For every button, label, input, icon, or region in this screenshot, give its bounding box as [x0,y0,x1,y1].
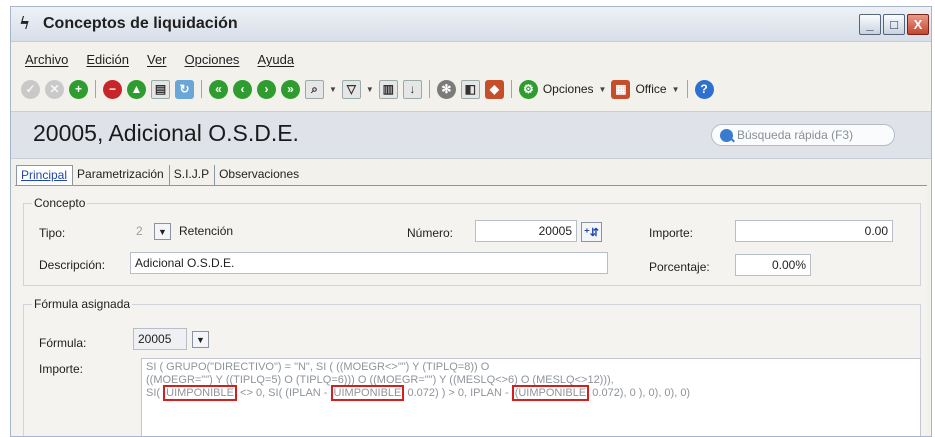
highlight-uimponible-3: (UIMPONIBLE [511,385,590,401]
menu-edicion[interactable]: Edición [86,52,129,67]
menu-ver[interactable]: Ver [147,52,167,67]
add-icon[interactable]: + [69,79,88,99]
confirm-icon[interactable]: ✓ [21,79,40,99]
tab-observaciones[interactable]: Observaciones [215,165,304,185]
number-assign-button[interactable]: ⁺⇵ [581,222,602,242]
porcentaje-label: Porcentaje: [649,260,710,274]
formula-field[interactable]: 20005 [133,328,187,350]
chevron-down-icon[interactable]: ▼ [329,85,337,94]
next-record-icon[interactable]: › [257,79,276,99]
maximize-button[interactable]: □ [883,14,905,35]
tab-sijp[interactable]: S.I.J.P [170,165,216,185]
importe-field[interactable]: 0.00 [735,220,893,242]
tipo-dropdown[interactable]: ▼ [154,223,171,240]
formula-importe-label: Importe: [39,362,84,376]
tab-parametrizacion[interactable]: Parametrización [73,165,170,185]
toolbar-separator [428,80,430,98]
first-record-icon[interactable]: « [209,79,228,99]
menu-opciones[interactable]: Opciones [185,52,240,67]
opciones-button[interactable]: Opciones [543,82,594,96]
formula-text: SI( [146,387,161,399]
descripcion-label: Descripción: [39,258,106,272]
tipo-text: Retención [179,224,234,238]
minimize-button[interactable]: _ [859,14,881,35]
office-icon[interactable]: ▦ [611,79,631,99]
window-title: Conceptos de liquidación [43,15,238,32]
save-icon[interactable]: ▤ [151,79,170,99]
last-record-icon[interactable]: » [281,79,300,99]
page-title: 20005, Adicional O.S.D.E. [33,120,299,146]
filter-icon[interactable]: ▽ [341,79,361,99]
cancel-icon[interactable]: ✕ [45,79,64,99]
toolbar-separator [95,80,96,98]
close-button[interactable]: X [907,14,929,35]
formula-line-3: SI( UIMPONIBLE <> 0, SI( (IPLAN - UIMPON… [146,385,916,401]
conceptos-window: ϟ Conceptos de liquidación _ □ X Archivo… [10,6,932,437]
toolbar-separator [510,80,512,98]
formula-line-1: SI ( GRUPO("DIRECTIVO") = "N", SI ( ((MO… [146,361,490,373]
help-icon[interactable]: ? [694,79,714,99]
up-icon[interactable]: ▲ [127,79,146,99]
toolbar-separator [686,80,688,98]
toolbar: ✓ ✕ + − ▲ ▤ ↻ « ‹ › » ⌕ ▼ ▽ ▼ ▥ ↓ ✻ ◧ ◆ … [21,77,714,101]
title-bar: ϟ Conceptos de liquidación _ □ X [11,7,931,42]
formula-importe-textarea[interactable]: SI ( GRUPO("DIRECTIVO") = "N", SI ( ((MO… [141,358,921,436]
formula-dropdown[interactable]: ▼ [192,331,209,348]
menu-archivo[interactable]: Archivo [25,52,68,67]
menu-ayuda[interactable]: Ayuda [257,52,294,67]
formula-legend: Fórmula asignada [32,297,133,311]
tipo-label: Tipo: [39,226,66,240]
chevron-down-icon[interactable]: ▼ [366,85,374,94]
chevron-down-icon[interactable]: ▼ [599,85,607,94]
tab-principal[interactable]: Principal [16,165,74,185]
columns-icon[interactable]: ▥ [378,79,398,99]
previous-record-icon[interactable]: ‹ [233,79,252,99]
app-icon: ϟ [19,14,31,34]
numero-label: Número: [407,226,454,240]
options-icon[interactable]: ⚙ [518,79,538,99]
chevron-down-icon[interactable]: ▼ [672,85,680,94]
toolbar-separator [201,80,202,98]
formula-text: 0.072) ) > 0, IPLAN - [407,387,509,399]
tab-content: Concepto Tipo: 2 ▼ Retención Número: 200… [15,185,927,436]
numero-field[interactable]: 20005 [475,220,577,242]
delete-icon[interactable]: − [103,79,122,99]
descripcion-field[interactable]: Adicional O.S.D.E. [130,252,608,274]
office-button[interactable]: Office [635,82,666,96]
menu-bar: Archivo Edición Ver Opciones Ayuda [25,52,294,67]
settings-icon[interactable]: ✻ [436,79,456,99]
preview-icon[interactable]: ◧ [460,79,480,99]
window-controls: _ □ X [859,14,929,35]
importe-label: Importe: [649,226,694,240]
formula-text: <> 0, SI( (IPLAN - [240,387,328,399]
record-header: 20005, Adicional O.S.D.E. Búsqueda rápid… [11,111,931,159]
search-placeholder: Búsqueda rápida (F3) [737,128,854,142]
quick-search-input[interactable]: Búsqueda rápida (F3) [711,124,895,146]
sort-icon[interactable]: ↓ [402,79,422,99]
formula-text: 0.072), 0 ), 0), 0), 0) [592,387,691,399]
highlight-uimponible-2: UIMPONIBLE [330,385,405,401]
tipo-value: 2 [136,224,143,238]
highlight-uimponible-1: UIMPONIBLE [163,385,237,401]
concepto-legend: Concepto [32,196,88,210]
formula-label: Fórmula: [39,336,87,350]
tab-strip: Principal Parametrización S.I.J.P Observ… [16,165,304,185]
search-icon [720,128,733,142]
find-icon[interactable]: ⌕ [305,79,324,99]
porcentaje-field[interactable]: 0.00% [735,254,811,276]
refresh-icon[interactable]: ↻ [175,79,194,99]
export-icon[interactable]: ◆ [484,79,504,99]
